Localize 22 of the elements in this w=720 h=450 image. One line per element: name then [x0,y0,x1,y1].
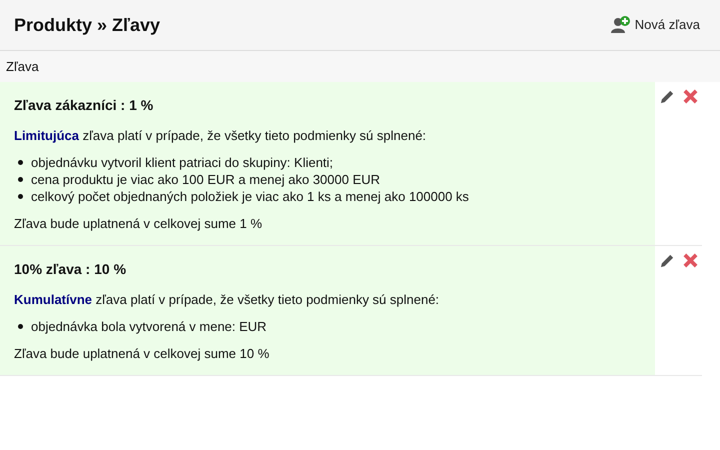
bullet-icon [18,194,23,198]
discount-summary: Zľava bude uplatnená v celkovej sume 10 % [14,344,270,363]
bullet-icon [18,176,23,182]
condition-text: objednávka bola vytvorená v mene: EUR [31,318,267,334]
discount-title: 10% zľava : 10 % [14,260,128,279]
bullet-icon [18,324,23,328]
discount-summary: Zľava bude uplatnená v celkovej sume 1 % [14,214,264,233]
edit-icon[interactable] [660,253,675,268]
add-user-icon [610,16,631,34]
discount-description: Kumulatívne zľava platí v prípade, že všetky tieto podmienky sú splnené: [14,291,440,309]
delete-icon[interactable] [683,89,698,104]
condition-text: cena produktu je viac ako 100 EUR a menej ako 30000 EUR [31,170,380,188]
column-header: Zľava [0,51,720,82]
bullet-icon [18,160,23,164]
new-discount-button[interactable]: Nová zľava [610,15,700,35]
discount-title: Zľava zákazníci : 1 % [14,96,154,115]
edit-icon[interactable] [660,89,675,104]
condition-text: objednávku vytvoril klient patriaci do skupiny: Klienti; [31,154,334,170]
page-title: Produkty » Zľavy [14,14,160,37]
condition-text: celkový počet objednaných položiek je viac ako 1 ks a menej ako 100000 ks [31,188,469,204]
delete-icon[interactable] [683,253,698,268]
discount-description: Limitujúca zľava platí v prípade, že všetky tieto podmienky sú splnené: [14,127,428,145]
